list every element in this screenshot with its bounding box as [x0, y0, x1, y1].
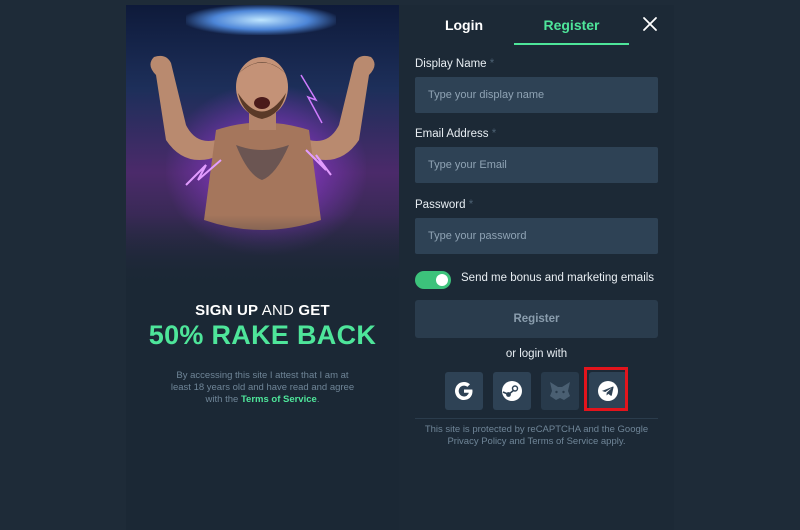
- tab-register[interactable]: Register: [514, 5, 629, 45]
- promo-title: SIGN UP AND GET: [195, 302, 330, 319]
- tab-login[interactable]: Login: [414, 5, 514, 45]
- promo-panel: SIGN UP AND GET 50% RAKE BACK By accessi…: [126, 5, 399, 530]
- toggle-knob: [436, 274, 448, 286]
- google-login-button[interactable]: [445, 372, 483, 410]
- divider: [415, 418, 658, 419]
- promo-hero-image: [126, 5, 399, 285]
- google-icon: [455, 382, 473, 400]
- password-label: Password *: [415, 199, 474, 211]
- steam-login-button[interactable]: [493, 372, 531, 410]
- recaptcha-notice: This site is protected by reCAPTCHA and …: [424, 424, 649, 447]
- marketing-emails-label: Send me bonus and marketing emails: [461, 272, 655, 284]
- marketing-emails-toggle[interactable]: [415, 271, 451, 289]
- telegram-login-button[interactable]: [589, 372, 627, 410]
- or-login-with-text: or login with: [505, 348, 568, 360]
- display-name-input[interactable]: [415, 77, 658, 113]
- steam-icon: [502, 381, 522, 401]
- promo-highlight: 50% RAKE BACK: [148, 320, 377, 350]
- register-button[interactable]: Register: [415, 300, 658, 338]
- email-label: Email Address *: [415, 128, 497, 140]
- metamask-icon: [550, 382, 570, 400]
- close-icon[interactable]: [642, 16, 658, 32]
- register-form-panel: Login Register Display Name * Email Addr…: [399, 5, 674, 530]
- promo-terms-text: By accessing this site I attest that I a…: [170, 370, 355, 405]
- auth-tabs: Login Register: [414, 5, 649, 45]
- metamask-login-button[interactable]: [541, 372, 579, 410]
- telegram-icon: [598, 381, 618, 401]
- password-input[interactable]: [415, 218, 658, 254]
- email-input[interactable]: [415, 147, 658, 183]
- terms-of-service-link[interactable]: Terms of Service: [241, 394, 317, 405]
- auth-modal: SIGN UP AND GET 50% RAKE BACK By accessi…: [126, 5, 674, 530]
- display-name-label: Display Name *: [415, 58, 495, 70]
